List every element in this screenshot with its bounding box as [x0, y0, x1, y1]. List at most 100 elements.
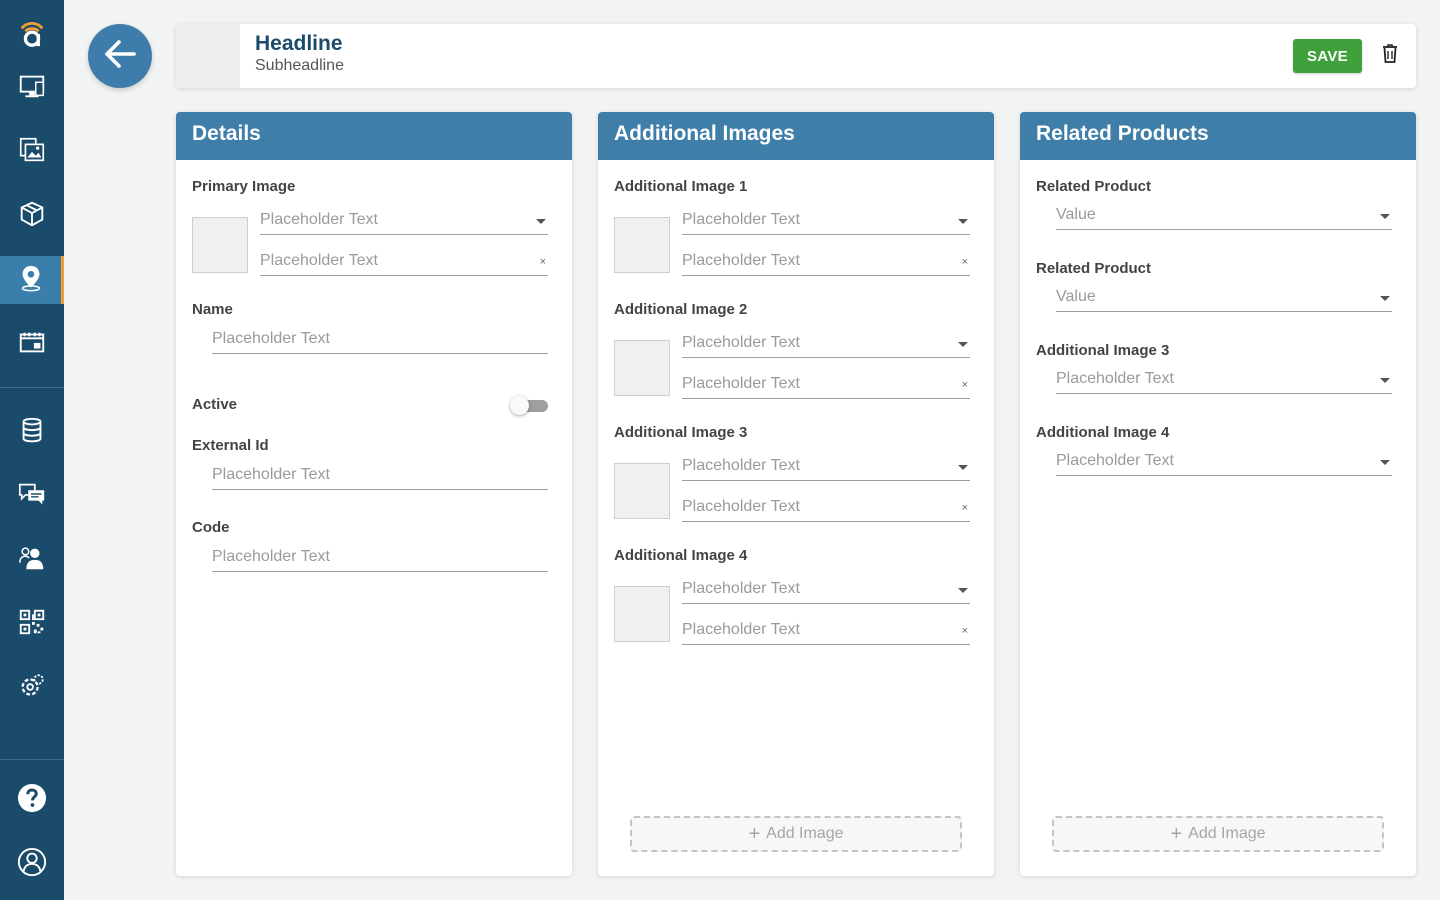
- monitor-icon: [17, 71, 47, 106]
- add-image-label: Add Image: [766, 825, 844, 842]
- additional-image-thumbnail[interactable]: [614, 217, 670, 273]
- details-title: Details: [176, 112, 572, 160]
- related-image-label: Additional Image 4: [1036, 424, 1170, 441]
- additional-image-input[interactable]: Placeholder Text ×: [682, 252, 970, 276]
- additional-images-title: Additional Images: [598, 112, 994, 160]
- back-button[interactable]: [88, 24, 152, 88]
- database-icon: [17, 415, 47, 450]
- sidebar-item-schedule[interactable]: [0, 320, 64, 368]
- save-button[interactable]: SAVE: [1293, 39, 1362, 73]
- caret-down-icon: [958, 219, 968, 224]
- caret-down-icon: [958, 465, 968, 470]
- related-products-panel: Related Products Related Product Value R…: [1020, 112, 1416, 876]
- plus-icon: +: [748, 823, 761, 845]
- additional-image-input[interactable]: Placeholder Text ×: [682, 375, 970, 399]
- toggle-knob: [510, 396, 529, 415]
- name-label: Name: [192, 301, 233, 318]
- code-input[interactable]: Placeholder Text: [212, 548, 548, 572]
- additional-image-label: Additional Image 4: [614, 547, 748, 564]
- add-image-label: Add Image: [1188, 825, 1266, 842]
- select-placeholder: Placeholder Text: [1056, 452, 1174, 469]
- clear-icon[interactable]: ×: [540, 256, 546, 268]
- input-placeholder: Placeholder Text: [682, 498, 800, 515]
- select-placeholder: Placeholder Text: [682, 211, 800, 228]
- sidebar-item-locations[interactable]: [0, 256, 64, 304]
- primary-image-input[interactable]: Placeholder Text ×: [260, 252, 548, 276]
- sidebar-item-database[interactable]: [0, 408, 64, 456]
- related-image-select[interactable]: Placeholder Text: [1056, 370, 1392, 394]
- code-label: Code: [192, 519, 230, 536]
- additional-image-input[interactable]: Placeholder Text ×: [682, 498, 970, 522]
- active-toggle[interactable]: [510, 396, 548, 415]
- additional-images-panel: Additional Images Additional Image 1 Pla…: [598, 112, 994, 876]
- sidebar-item-qr[interactable]: [0, 600, 64, 648]
- input-placeholder: Placeholder Text: [212, 466, 330, 483]
- profile-icon: [17, 847, 47, 882]
- caret-down-icon: [1380, 214, 1390, 219]
- caret-down-icon: [958, 342, 968, 347]
- help-icon: [17, 783, 47, 818]
- arrow-left-icon: [103, 39, 137, 74]
- additional-image-thumbnail[interactable]: [614, 340, 670, 396]
- additional-image-thumbnail[interactable]: [614, 463, 670, 519]
- additional-image-select[interactable]: Placeholder Text: [682, 334, 970, 358]
- caret-down-icon: [1380, 296, 1390, 301]
- sidebar-item-media[interactable]: [0, 128, 64, 176]
- sidebar-item-settings[interactable]: [0, 664, 64, 712]
- input-placeholder: Placeholder Text: [260, 252, 378, 269]
- clear-icon[interactable]: ×: [962, 379, 968, 391]
- active-label: Active: [192, 396, 238, 413]
- caret-down-icon: [1380, 378, 1390, 383]
- caret-down-icon: [1380, 460, 1390, 465]
- delete-button[interactable]: [1380, 44, 1400, 68]
- additional-image-label: Additional Image 2: [614, 301, 748, 318]
- sidebar-item-messages[interactable]: [0, 472, 64, 520]
- calendar-icon: [17, 327, 47, 362]
- related-image-label: Additional Image 3: [1036, 342, 1170, 359]
- sidebar-item-profile[interactable]: [0, 840, 64, 888]
- input-placeholder: Placeholder Text: [212, 548, 330, 565]
- sidebar-item-monitor[interactable]: [0, 64, 64, 112]
- qr-code-icon: [17, 607, 47, 642]
- location-icon: [16, 263, 46, 298]
- trash-icon: [1382, 44, 1398, 68]
- sidebar-item-users[interactable]: [0, 536, 64, 584]
- additional-image-select[interactable]: Placeholder Text: [682, 580, 970, 604]
- additional-image-select[interactable]: Placeholder Text: [682, 211, 970, 235]
- additional-image-select[interactable]: Placeholder Text: [682, 457, 970, 481]
- input-placeholder: Placeholder Text: [682, 375, 800, 392]
- page-subtitle: Subheadline: [255, 57, 344, 74]
- page-header: Headline Subheadline SAVE: [176, 24, 1416, 88]
- additional-image-label: Additional Image 3: [614, 424, 748, 441]
- input-placeholder: Placeholder Text: [212, 330, 330, 347]
- clear-icon[interactable]: ×: [962, 502, 968, 514]
- select-placeholder: Value: [1056, 288, 1096, 305]
- sidebar: [0, 0, 64, 900]
- related-image-select[interactable]: Placeholder Text: [1056, 452, 1392, 476]
- external-id-input[interactable]: Placeholder Text: [212, 466, 548, 490]
- select-placeholder: Placeholder Text: [260, 211, 378, 228]
- select-placeholder: Placeholder Text: [1056, 370, 1174, 387]
- additional-image-label: Additional Image 1: [614, 178, 748, 195]
- add-image-button[interactable]: + Add Image: [630, 816, 962, 852]
- related-product-select[interactable]: Value: [1056, 206, 1392, 230]
- clear-icon[interactable]: ×: [962, 625, 968, 637]
- logo-icon[interactable]: [0, 10, 64, 58]
- related-product-label: Related Product: [1036, 178, 1152, 195]
- add-image-button[interactable]: + Add Image: [1052, 816, 1384, 852]
- name-input[interactable]: Placeholder Text: [212, 330, 548, 354]
- clear-icon[interactable]: ×: [962, 256, 968, 268]
- primary-image-thumbnail[interactable]: [192, 217, 248, 273]
- related-product-label: Related Product: [1036, 260, 1152, 277]
- details-panel: Details Primary Image Placeholder Text P…: [176, 112, 572, 876]
- input-placeholder: Placeholder Text: [682, 621, 800, 638]
- sidebar-item-products[interactable]: [0, 192, 64, 240]
- primary-image-select[interactable]: Placeholder Text: [260, 211, 548, 235]
- box-icon: [17, 199, 47, 234]
- caret-down-icon: [958, 588, 968, 593]
- additional-image-thumbnail[interactable]: [614, 586, 670, 642]
- sidebar-divider: [0, 759, 64, 760]
- related-product-select[interactable]: Value: [1056, 288, 1392, 312]
- sidebar-item-help[interactable]: [0, 776, 64, 824]
- additional-image-input[interactable]: Placeholder Text ×: [682, 621, 970, 645]
